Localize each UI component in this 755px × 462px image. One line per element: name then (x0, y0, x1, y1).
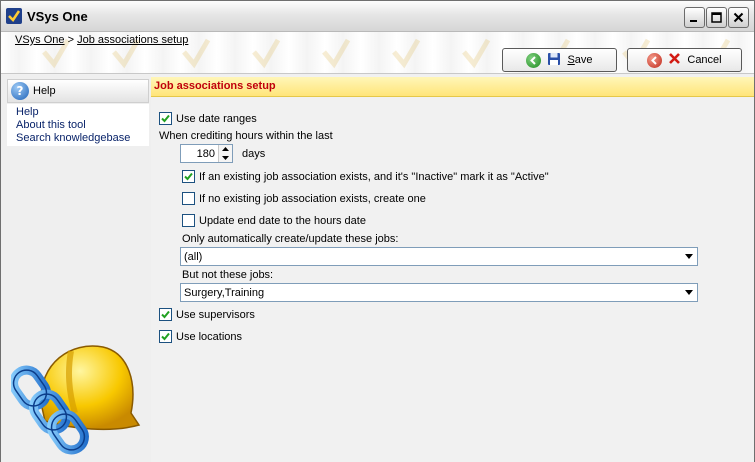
search-knowledgebase-link[interactable]: Search knowledgebase (16, 132, 149, 145)
maximize-button[interactable] (706, 7, 727, 28)
decor-check-icon (252, 38, 281, 69)
title-bar[interactable]: VSys One (1, 1, 754, 32)
create-one-row: If no existing job association exists, c… (182, 192, 426, 205)
hardhat-chain-icon (11, 345, 141, 455)
days-stepper[interactable] (180, 144, 233, 163)
checkmark-icon (161, 114, 170, 123)
checkmark-icon (161, 332, 170, 341)
back-arrow-icon (647, 52, 663, 68)
update-end-date-row: Update end date to the hours date (182, 214, 366, 227)
days-input[interactable] (181, 145, 219, 162)
decor-check-icon (462, 38, 491, 69)
update-end-date-label: Update end date to the hours date (199, 214, 366, 227)
not-jobs-label: But not these jobs: (182, 269, 274, 281)
mark-active-row: If an existing job association exists, a… (182, 170, 549, 183)
use-supervisors-row: Use supervisors (159, 308, 255, 321)
breadcrumb-separator: > (67, 34, 75, 46)
use-supervisors-checkbox[interactable] (159, 308, 172, 321)
about-this-tool-link[interactable]: About this tool (16, 119, 149, 132)
stepper-down-icon[interactable] (218, 153, 232, 162)
only-jobs-value: (all) (184, 251, 203, 263)
cancel-label: Cancel (687, 54, 722, 66)
chevron-down-icon[interactable] (681, 285, 696, 300)
help-question-icon: ? (11, 82, 29, 100)
days-unit-label: days (242, 148, 266, 160)
crediting-hours-label: When crediting hours within the last (159, 130, 333, 142)
decor-check-icon (392, 38, 421, 69)
floppy-disk-icon (547, 52, 561, 69)
checkmark-icon (161, 310, 170, 319)
use-date-ranges-row: Use date ranges (159, 112, 257, 125)
save-button[interactable]: Save (502, 48, 617, 72)
mark-active-label: If an existing job association exists, a… (199, 170, 549, 183)
not-jobs-select[interactable]: Surgery,Training (180, 283, 698, 302)
settings-panel: Job associations setup Use date ranges W… (151, 75, 754, 462)
use-date-ranges-label: Use date ranges (176, 112, 257, 125)
back-arrow-icon (526, 52, 542, 68)
checkmark-icon (184, 172, 193, 181)
only-jobs-select[interactable]: (all) (180, 247, 698, 266)
section-title: Job associations setup (151, 77, 754, 97)
decor-check-icon (322, 38, 351, 69)
create-one-checkbox[interactable] (182, 192, 195, 205)
minimize-button[interactable] (684, 7, 705, 28)
save-label: Save (567, 54, 593, 66)
breadcrumb: VSys One > Job associations setup (15, 34, 188, 46)
stepper-up-icon[interactable] (218, 145, 232, 154)
help-panel-header[interactable]: ? Help (7, 79, 149, 103)
window-title: VSys One (27, 9, 88, 24)
help-links: Help About this tool Search knowledgebas… (7, 104, 149, 146)
mark-active-checkbox[interactable] (182, 170, 195, 183)
use-locations-row: Use locations (159, 330, 242, 343)
help-sidebar: ? Help Help About this tool Search knowl… (1, 75, 151, 462)
breadcrumb-root-link[interactable]: VSys One (15, 34, 65, 46)
red-x-icon (668, 52, 681, 68)
vsys-check-icon (6, 8, 22, 24)
chevron-down-icon[interactable] (681, 249, 696, 264)
use-date-ranges-checkbox[interactable] (159, 112, 172, 125)
use-supervisors-label: Use supervisors (176, 308, 255, 321)
app-window: VSys One VSys One > Job associations set… (0, 0, 755, 462)
update-end-date-checkbox[interactable] (182, 214, 195, 227)
close-button[interactable] (728, 7, 749, 28)
breadcrumb-current-link[interactable]: Job associations setup (77, 34, 188, 46)
cancel-button[interactable]: Cancel (627, 48, 742, 72)
use-locations-checkbox[interactable] (159, 330, 172, 343)
create-one-label: If no existing job association exists, c… (199, 192, 426, 205)
help-link[interactable]: Help (16, 106, 149, 119)
help-panel-title: Help (33, 85, 56, 97)
only-jobs-label: Only automatically create/update these j… (182, 233, 399, 245)
crediting-label-row: When crediting hours within the last (159, 130, 333, 142)
use-locations-label: Use locations (176, 330, 243, 343)
not-jobs-value: Surgery,Training (184, 287, 265, 299)
